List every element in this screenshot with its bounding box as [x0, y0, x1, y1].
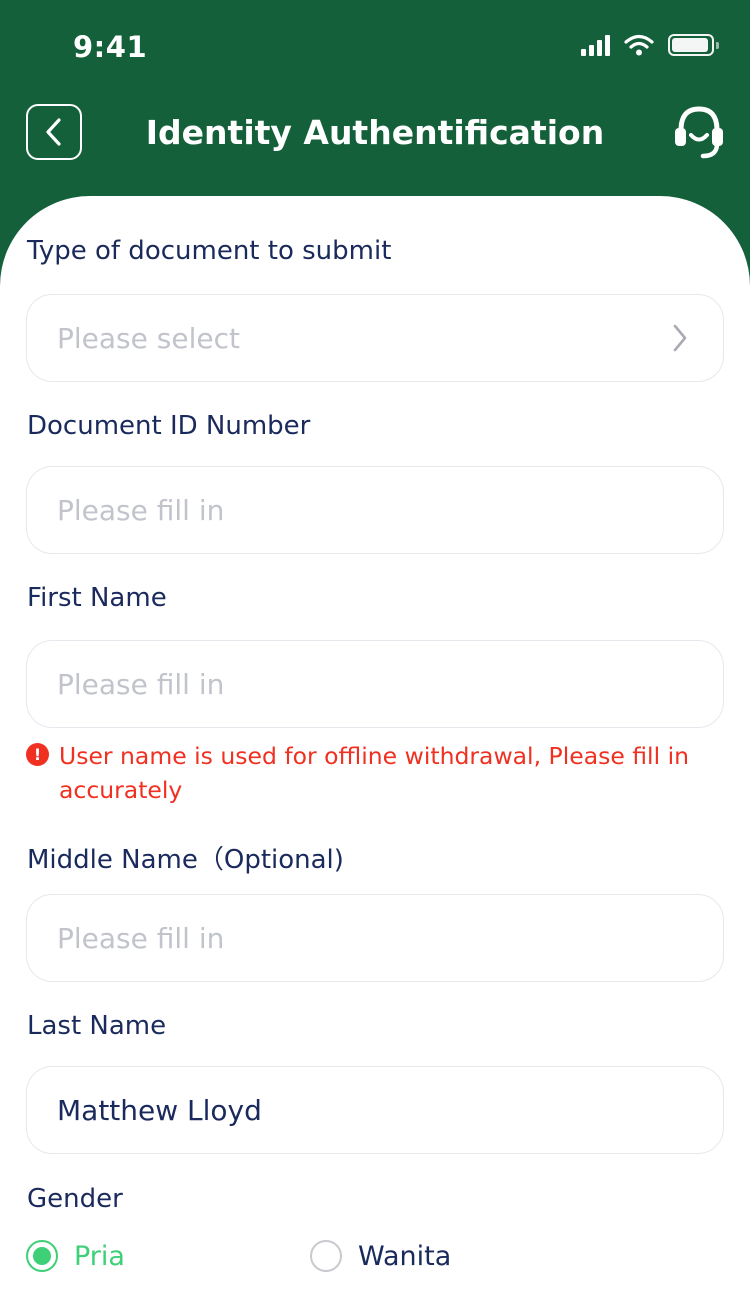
document-id-label: Document ID Number — [27, 411, 311, 441]
form-card: Type of document to submit Please select… — [0, 196, 750, 1311]
warning-text: User name is used for offline withdrawal… — [59, 742, 690, 804]
first-name-input[interactable]: Please fill in — [26, 640, 724, 728]
document-id-placeholder: Please fill in — [57, 493, 225, 527]
first-name-label: First Name — [27, 583, 167, 613]
document-type-label: Type of document to submit — [27, 236, 392, 266]
middle-name-label: Middle Name（Optional) — [27, 845, 344, 875]
alert-icon: ! — [26, 743, 49, 766]
battery-icon — [668, 34, 719, 56]
middle-name-input[interactable]: Please fill in — [26, 894, 724, 982]
nav-bar: Identity Authentification — [0, 96, 750, 176]
gender-option-pria[interactable]: Pria — [26, 1240, 125, 1272]
document-type-placeholder: Please select — [57, 321, 240, 355]
headset-icon — [675, 106, 723, 159]
document-id-input[interactable]: Please fill in — [26, 466, 724, 554]
radio-checked-icon[interactable] — [26, 1240, 58, 1272]
last-name-input[interactable]: Matthew Lloyd — [26, 1066, 724, 1154]
status-bar: 9:41 — [0, 0, 750, 96]
gender-label: Gender — [27, 1184, 123, 1214]
status-icons — [581, 34, 719, 56]
first-name-warning: ! User name is used for offline withdraw… — [26, 739, 716, 807]
status-time: 9:41 — [73, 30, 148, 64]
last-name-value: Matthew Lloyd — [57, 1093, 262, 1127]
gender-option-wanita[interactable]: Wanita — [310, 1240, 451, 1272]
page-title: Identity Authentification — [145, 113, 605, 152]
gender-option-label: Pria — [74, 1240, 125, 1272]
signal-icon — [581, 34, 610, 56]
last-name-label: Last Name — [27, 1011, 167, 1041]
document-type-select[interactable]: Please select — [26, 294, 724, 382]
customer-support-button[interactable] — [672, 102, 726, 162]
wifi-icon — [624, 34, 654, 56]
middle-name-placeholder: Please fill in — [57, 921, 225, 955]
chevron-right-icon — [673, 324, 687, 352]
gender-option-label: Wanita — [358, 1240, 452, 1272]
radio-unchecked-icon[interactable] — [310, 1240, 342, 1272]
first-name-placeholder: Please fill in — [57, 667, 225, 701]
